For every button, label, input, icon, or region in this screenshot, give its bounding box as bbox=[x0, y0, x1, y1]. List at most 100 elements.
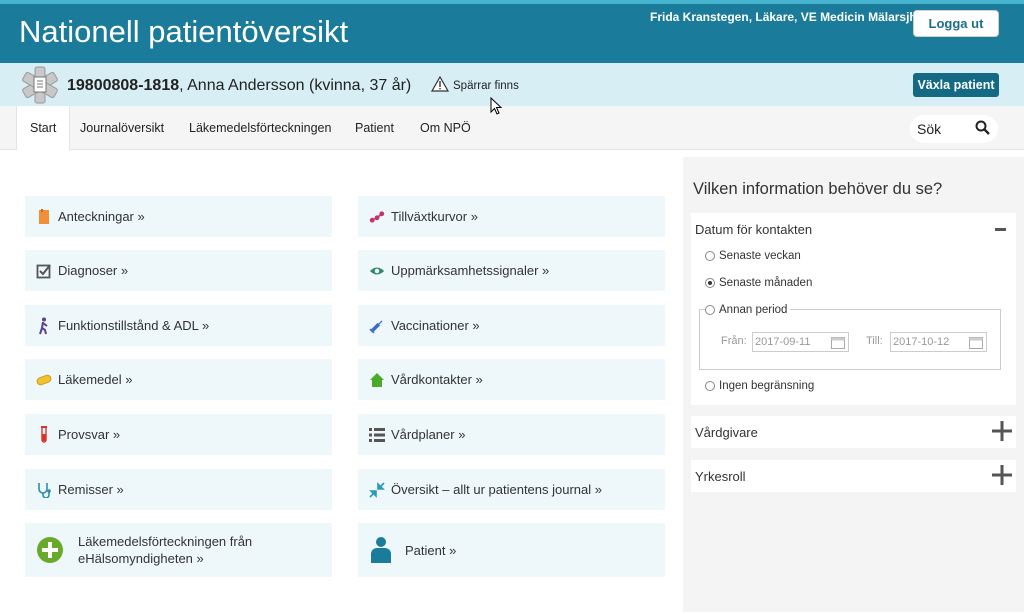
tile-label: Funktionstillstånd & ADL » bbox=[58, 318, 210, 333]
calendar-icon[interactable] bbox=[831, 336, 845, 352]
care-giver-panel[interactable]: Vårdgivare bbox=[691, 416, 1016, 448]
care-giver-label: Vårdgivare bbox=[695, 424, 758, 440]
list-icon bbox=[369, 427, 385, 443]
restriction-warning[interactable]: Spärrar finns bbox=[430, 75, 519, 95]
plus-circle-icon bbox=[36, 536, 64, 564]
search-label: Sök bbox=[917, 121, 942, 137]
radio-senaste-manaden[interactable]: Senaste månaden bbox=[705, 277, 812, 289]
to-label: Till: bbox=[866, 335, 883, 347]
tile-vardkontakter[interactable]: Vårdkontakter » bbox=[358, 359, 665, 400]
stethoscope-icon bbox=[36, 482, 52, 498]
tab-patient[interactable]: Patient bbox=[355, 106, 394, 150]
tile-label: Tillväxtkurvor » bbox=[391, 209, 478, 224]
tab-start[interactable]: Start bbox=[16, 106, 71, 150]
tab-om-npo[interactable]: Om NPÖ bbox=[420, 106, 471, 150]
user-info: Frida Kranstegen, Läkare, VE Medicin Mäl… bbox=[650, 10, 917, 24]
tile-label: Översikt – allt ur patientens journal » bbox=[391, 482, 602, 497]
test-tube-icon bbox=[36, 425, 52, 443]
tile-diagnoser[interactable]: Diagnoser » bbox=[25, 250, 332, 291]
sidebar-title: Vilken information behöver du se? bbox=[693, 180, 943, 198]
pill-icon bbox=[36, 372, 52, 388]
date-filter-panel: Datum för kontakten Senaste veckan Senas… bbox=[691, 213, 1016, 405]
tile-lakemedel[interactable]: Läkemedel » bbox=[25, 359, 332, 400]
search-button[interactable]: Sök bbox=[910, 115, 998, 143]
tab-journaloversikt[interactable]: Journalöversikt bbox=[80, 106, 164, 150]
star-of-life-icon bbox=[18, 65, 62, 105]
radio-button[interactable] bbox=[705, 278, 715, 288]
mouse-cursor-icon bbox=[490, 96, 504, 122]
tile-label: Läkemedel » bbox=[58, 372, 133, 387]
top-header: Nationell patientöversikt Frida Kransteg… bbox=[0, 0, 1024, 63]
tile-label: Vårdplaner » bbox=[391, 427, 466, 442]
start-content: Anteckningar » Diagnoser » Funktionstill… bbox=[9, 157, 681, 612]
radio-button[interactable] bbox=[705, 251, 715, 261]
tile-label: Uppmärksamhetssignaler » bbox=[391, 263, 550, 278]
to-date-input[interactable]: 2017-10-12 bbox=[890, 332, 987, 352]
person-icon bbox=[369, 536, 393, 564]
to-date-value: 2017-10-12 bbox=[893, 336, 950, 348]
checkbox-icon bbox=[36, 263, 52, 279]
warning-icon bbox=[430, 75, 450, 95]
patient-personnummer: 19800808-1818 bbox=[67, 77, 180, 94]
tile-vaccinationer[interactable]: Vaccinationer » bbox=[358, 305, 665, 346]
filter-sidebar: Vilken information behöver du se? Datum … bbox=[683, 157, 1024, 612]
notes-icon bbox=[36, 208, 52, 225]
patient-identity: 19800808-1818, Anna Andersson (kvinna, 3… bbox=[67, 77, 411, 95]
from-label: Från: bbox=[721, 335, 747, 347]
tab-lakemedelsforteckningen[interactable]: Läkemedelsförteckningen bbox=[189, 106, 331, 150]
calendar-icon[interactable] bbox=[969, 336, 983, 352]
radio-annan-period[interactable]: Annan period bbox=[705, 304, 791, 316]
date-filter-label: Datum för kontakten bbox=[695, 221, 813, 237]
tile-remisser[interactable]: Remisser » bbox=[25, 469, 332, 510]
radio-senaste-veckan[interactable]: Senaste veckan bbox=[705, 250, 801, 262]
switch-patient-button[interactable]: Växla patient bbox=[913, 73, 999, 97]
from-date-value: 2017-09-11 bbox=[755, 336, 811, 348]
profession-label: Yrkesroll bbox=[695, 468, 746, 484]
collapse-icon[interactable] bbox=[995, 227, 1006, 231]
radio-label: Senaste veckan bbox=[719, 250, 801, 262]
logout-button[interactable]: Logga ut bbox=[913, 10, 999, 37]
syringe-icon bbox=[369, 318, 385, 334]
care-giver-header[interactable]: Vårdgivare bbox=[691, 416, 1016, 448]
expand-plus-icon[interactable] bbox=[992, 463, 1012, 489]
walking-person-icon bbox=[36, 317, 52, 334]
radio-label: Annan period bbox=[719, 304, 788, 316]
house-icon bbox=[369, 372, 385, 388]
tile-vardplaner[interactable]: Vårdplaner » bbox=[358, 414, 665, 455]
from-date-input[interactable]: 2017-09-11 bbox=[752, 332, 849, 352]
date-filter-header[interactable]: Datum för kontakten bbox=[691, 213, 1016, 245]
main-nav: Start Journalöversikt Läkemedelsförteckn… bbox=[0, 106, 1024, 150]
patient-details: , Anna Andersson (kvinna, 37 år) bbox=[179, 77, 412, 94]
app-title: Nationell patientöversikt bbox=[19, 14, 349, 49]
warning-label: Spärrar finns bbox=[453, 79, 519, 92]
tile-label: Patient » bbox=[405, 542, 457, 558]
tile-label: Anteckningar » bbox=[58, 209, 145, 224]
growth-curve-icon bbox=[369, 209, 385, 225]
eye-icon bbox=[369, 263, 385, 279]
radio-ingen-begransning[interactable]: Ingen begränsning bbox=[705, 380, 814, 392]
tile-anteckningar[interactable]: Anteckningar » bbox=[25, 196, 332, 237]
radio-label: Ingen begränsning bbox=[719, 380, 815, 392]
tile-oversikt[interactable]: Översikt – allt ur patientens journal » bbox=[358, 469, 665, 510]
tile-label: Läkemedelsförteckningen från eHälsomyndi… bbox=[78, 534, 253, 566]
tile-label: Remisser » bbox=[58, 482, 124, 497]
expand-plus-icon[interactable] bbox=[992, 419, 1012, 445]
search-icon bbox=[975, 120, 990, 138]
tile-tillvaxtkurvor[interactable]: Tillväxtkurvor » bbox=[358, 196, 665, 237]
radio-button[interactable] bbox=[705, 305, 715, 315]
profession-panel[interactable]: Yrkesroll bbox=[691, 460, 1016, 492]
tile-lakemedelsforteckningen-ehm[interactable]: Läkemedelsförteckningen från eHälsomyndi… bbox=[25, 523, 332, 577]
tile-label: Provsvar » bbox=[58, 427, 121, 442]
tile-label: Vårdkontakter » bbox=[391, 372, 483, 387]
tile-label: Vaccinationer » bbox=[391, 318, 480, 333]
tile-funktionstillstand[interactable]: Funktionstillstånd & ADL » bbox=[25, 305, 332, 346]
tile-patient[interactable]: Patient » bbox=[358, 523, 665, 577]
tile-uppmarksamhetssignaler[interactable]: Uppmärksamhetssignaler » bbox=[358, 250, 665, 291]
radio-label: Senaste månaden bbox=[719, 277, 813, 289]
patient-bar: 19800808-1818, Anna Andersson (kvinna, 3… bbox=[0, 63, 1024, 106]
tile-provsvar[interactable]: Provsvar » bbox=[25, 414, 332, 455]
expand-icon bbox=[369, 481, 385, 498]
radio-button[interactable] bbox=[705, 381, 715, 391]
custom-period-box: Från: 2017-09-11 Till: 2017-10-12 bbox=[699, 309, 1001, 370]
profession-header[interactable]: Yrkesroll bbox=[691, 460, 1016, 492]
